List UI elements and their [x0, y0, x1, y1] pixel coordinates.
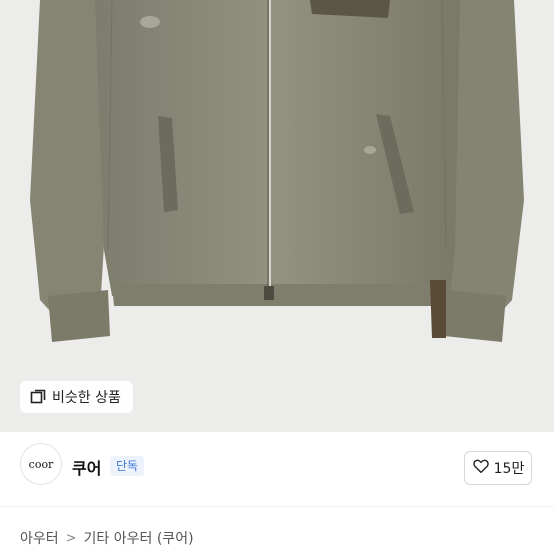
exclusive-badge: 단독 — [110, 456, 145, 476]
similar-items-icon — [30, 389, 46, 405]
breadcrumb-item-other-outer[interactable]: 기타 아우터 (쿠어) — [84, 528, 194, 548]
seller-name[interactable]: 쿠어 — [72, 455, 101, 479]
heart-outline-icon — [472, 457, 490, 479]
breadcrumb: 아우터 > 기타 아우터 (쿠어) — [20, 528, 194, 548]
breadcrumb-separator: > — [65, 530, 77, 546]
seller-avatar[interactable]: coor — [20, 443, 62, 485]
like-count: 15만 — [493, 461, 525, 477]
similar-items-label: 비슷한 상품 — [52, 390, 121, 406]
product-photo[interactable]: 비슷한 상품 — [0, 0, 554, 432]
similar-items-button[interactable]: 비슷한 상품 — [20, 381, 133, 413]
like-button[interactable]: 15만 — [464, 451, 532, 485]
divider — [0, 506, 554, 507]
jacket-image — [30, 0, 524, 342]
breadcrumb-item-outer[interactable]: 아우터 — [20, 528, 59, 548]
